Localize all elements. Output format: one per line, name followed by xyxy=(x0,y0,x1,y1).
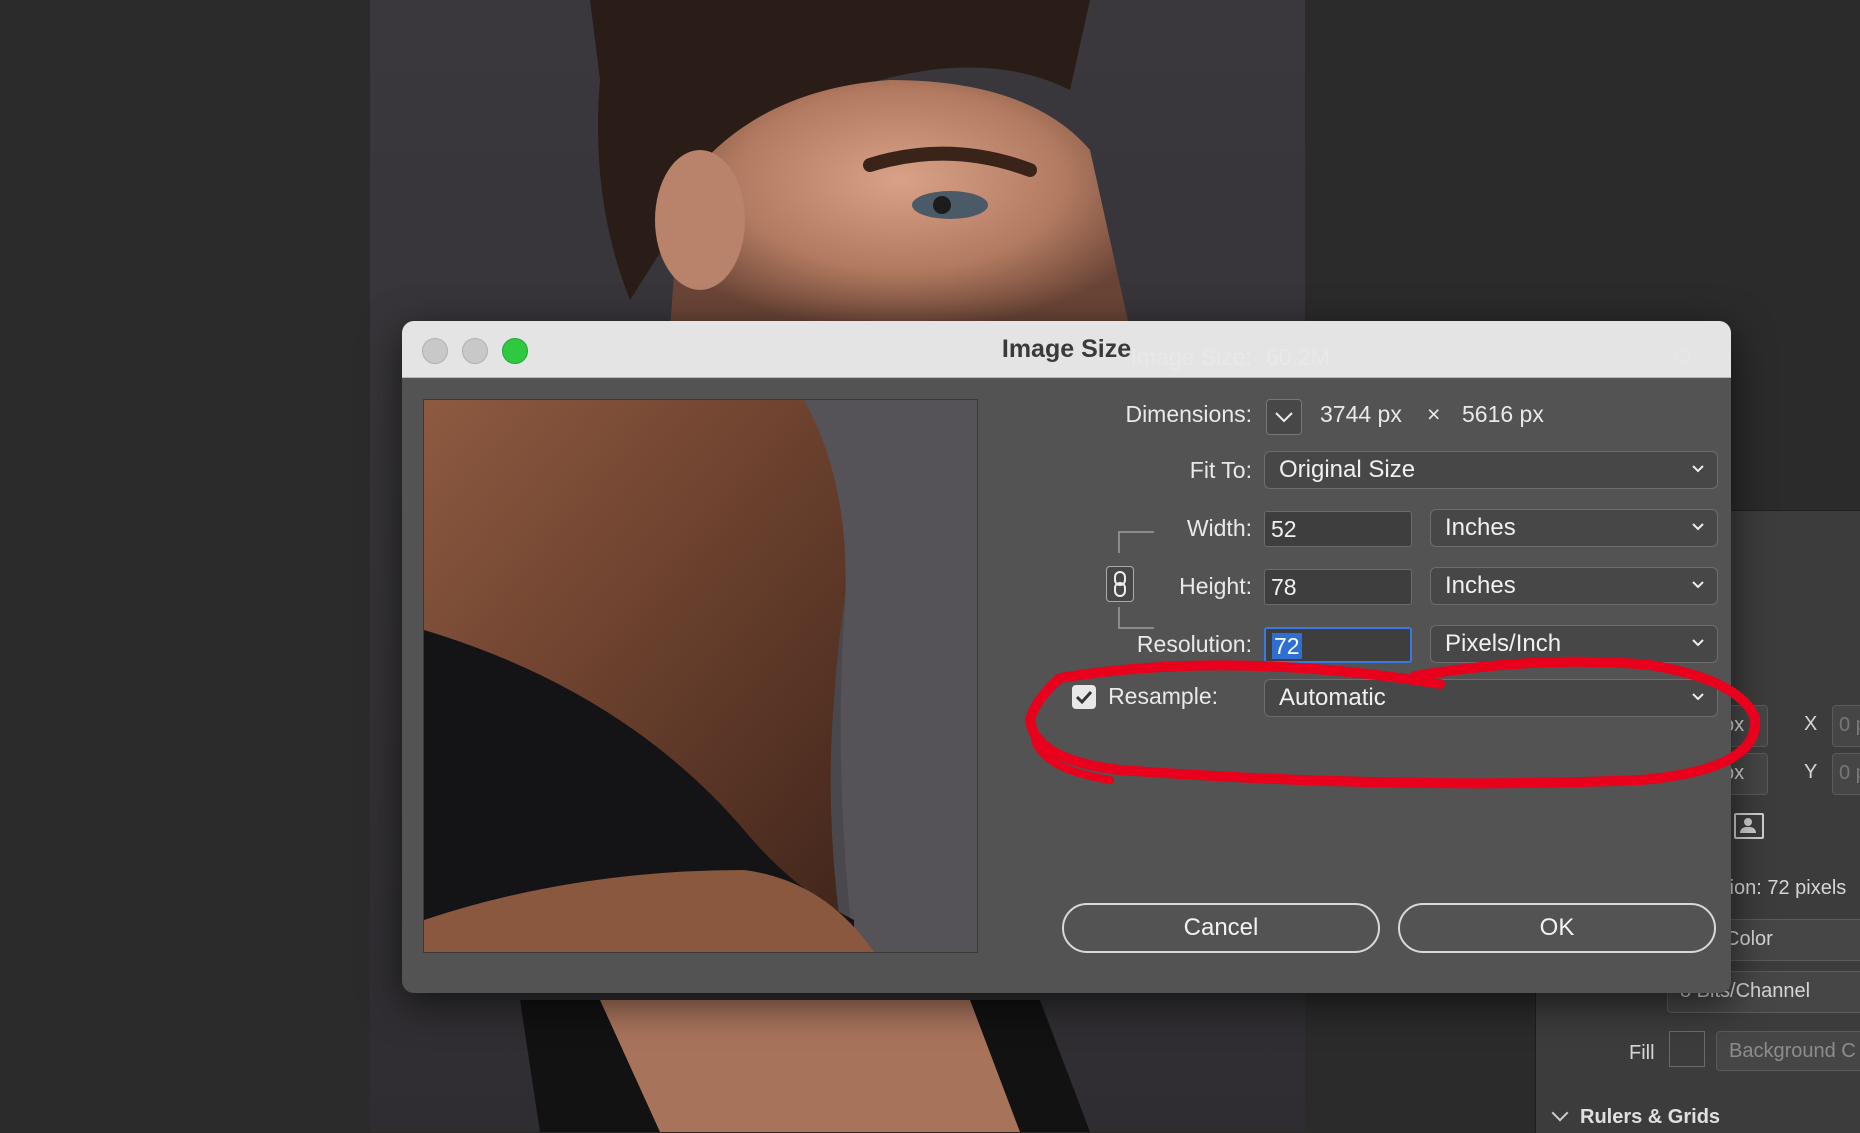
image-preview[interactable] xyxy=(423,399,978,953)
x-label: X xyxy=(1804,713,1818,735)
fit-to-select[interactable]: Original Size xyxy=(1264,451,1718,489)
height-input[interactable]: 78 xyxy=(1264,569,1412,605)
image-size-value: 60.2M xyxy=(1266,344,1330,370)
dimensions-toggle[interactable] xyxy=(1266,399,1302,435)
cancel-button[interactable]: Cancel xyxy=(1062,903,1380,953)
section-rulers-grids[interactable]: Rulers & Grids xyxy=(1551,1104,1721,1129)
chevron-down-icon xyxy=(1692,581,1704,589)
fill-value: Background C xyxy=(1729,1040,1856,1062)
chevron-down-icon xyxy=(1692,465,1704,473)
dimensions-times: × xyxy=(1427,401,1441,427)
fit-to-value: Original Size xyxy=(1279,456,1416,483)
ok-button[interactable]: OK xyxy=(1398,903,1716,953)
resolution-value: 72 xyxy=(1272,633,1302,659)
fit-to-label: Fit To: xyxy=(1189,457,1252,483)
fill-swatch[interactable] xyxy=(1669,1031,1705,1067)
resolution-unit-select[interactable]: Pixels/Inch xyxy=(1430,625,1718,663)
width-input[interactable]: 52 xyxy=(1264,511,1412,547)
chevron-down-icon xyxy=(1275,412,1293,423)
y-value: 0 p xyxy=(1839,762,1860,784)
height-field[interactable]: px xyxy=(1723,753,1768,795)
x-value: 0 p xyxy=(1839,714,1860,736)
resolution-input[interactable]: 72 xyxy=(1264,627,1412,663)
y-field[interactable]: 0 p xyxy=(1832,753,1860,795)
section-title: Rulers & Grids xyxy=(1580,1106,1721,1128)
mode-field[interactable]: Color xyxy=(1724,919,1860,961)
mode-value: Color xyxy=(1725,928,1773,950)
width-unit-value: Inches xyxy=(1445,514,1516,541)
gear-icon[interactable]: ⚙⌄ xyxy=(1672,343,1705,372)
chevron-down-icon xyxy=(1692,523,1704,531)
resolution-info: tion: 72 pixels xyxy=(1724,877,1847,899)
fill-field[interactable]: Background C xyxy=(1716,1031,1860,1071)
width-field[interactable]: px xyxy=(1723,705,1768,747)
chevron-down-icon xyxy=(1692,693,1704,701)
height-unit-select[interactable]: Inches xyxy=(1430,567,1718,605)
y-label: Y xyxy=(1804,761,1818,783)
x-field[interactable]: 0 p xyxy=(1832,705,1860,747)
chevron-down-icon xyxy=(1692,639,1704,647)
resample-label: Resample: xyxy=(1108,683,1218,709)
canvas-background-left xyxy=(0,0,370,1132)
fill-label: Fill xyxy=(1629,1042,1655,1064)
dimensions-width: 3744 px xyxy=(1320,401,1402,427)
image-size-label: Image Size: xyxy=(1130,344,1252,370)
resample-value: Automatic xyxy=(1279,684,1386,711)
height-unit-value: Inches xyxy=(1445,572,1516,599)
height-label: Height: xyxy=(1179,573,1252,599)
width-label: Width: xyxy=(1186,515,1252,541)
constrain-bracket-bottom xyxy=(1118,607,1154,629)
dimensions-label: Dimensions: xyxy=(1125,401,1252,427)
chevron-down-icon xyxy=(1551,1104,1569,1122)
image-size-dialog: Image Size Image Size: 60.2M ⚙⌄ Dimensio… xyxy=(402,321,1731,993)
dimensions-height: 5616 px xyxy=(1462,401,1544,427)
resolution-unit-value: Pixels/Inch xyxy=(1445,630,1562,657)
width-unit-select[interactable]: Inches xyxy=(1430,509,1718,547)
canvas-icon[interactable] xyxy=(1734,813,1764,839)
resolution-label: Resolution: xyxy=(1136,631,1252,657)
resample-select[interactable]: Automatic xyxy=(1264,679,1718,717)
